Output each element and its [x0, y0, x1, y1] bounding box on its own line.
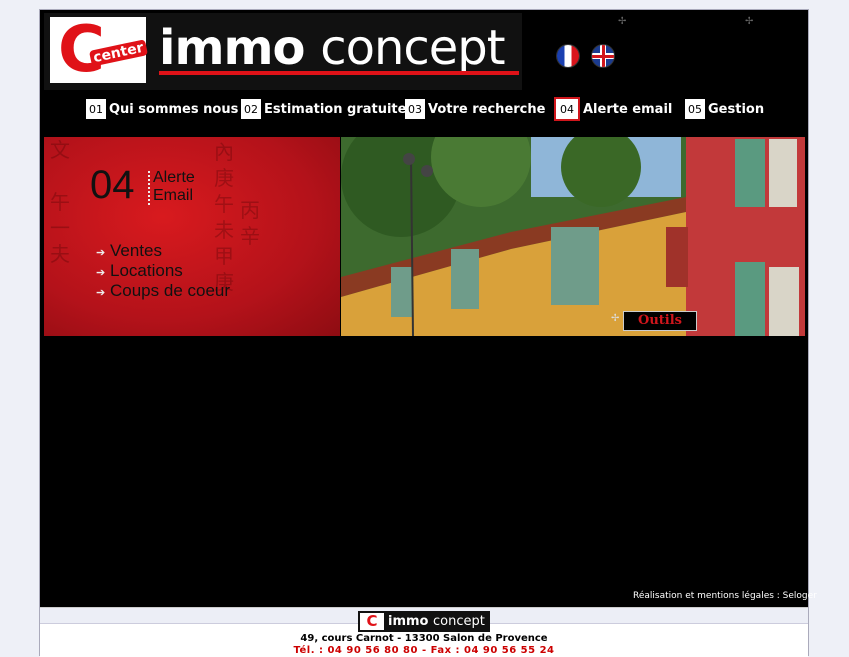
nav-label: Alerte email — [583, 101, 673, 117]
nav-item-estimation-gratuite[interactable]: 02 Estimation gratuite — [241, 97, 406, 121]
nav-label: Gestion — [708, 101, 765, 117]
background-pattern: 內庚午未甲庚 — [214, 140, 234, 294]
footer-phone: Tél. : 04 90 56 80 80 - Fax : 04 90 56 5… — [293, 645, 555, 656]
arrow-right-icon: ➔ — [96, 267, 106, 279]
sparkle-icon: ✢ — [611, 313, 620, 324]
footer-logo-immo: immo — [388, 614, 429, 629]
arrow-right-icon: ➔ — [96, 287, 106, 299]
site-logo[interactable]: C center immo concept — [44, 13, 522, 90]
section-panel: 文午一夫 內庚午未甲庚 丙辛 04 Alerte Email ➔ Ventes ➔… — [44, 137, 340, 336]
section-number: 04 — [90, 163, 135, 207]
nav-item-qui-sommes-nous[interactable]: 01 Qui sommes nous — [86, 97, 238, 121]
nav-label: Estimation gratuite — [264, 101, 407, 117]
section-title: Alerte Email — [153, 169, 195, 205]
uk-flag-icon[interactable] — [592, 45, 614, 67]
sparkle-icon: ✢ — [618, 16, 627, 27]
nav-number: 05 — [685, 99, 705, 119]
credits-link[interactable]: Réalisation et mentions légales : Seloge… — [633, 591, 817, 601]
footer-logo: C immo concept — [358, 611, 490, 632]
tools-button[interactable]: Outils — [623, 311, 697, 331]
house-photo-illustration — [341, 137, 805, 336]
nav-number: 03 — [405, 99, 425, 119]
logo-word-concept: concept — [320, 20, 505, 76]
main-nav: 01 Qui sommes nous 02 Estimation gratuit… — [0, 97, 849, 121]
logo-mark: C center — [50, 15, 148, 85]
footer-logo-wordmark: immo concept — [388, 611, 485, 632]
footer-logo-mark: C — [360, 613, 384, 630]
nav-label: Votre recherche — [428, 101, 546, 117]
nav-number-active: 04 — [554, 97, 580, 121]
nav-item-votre-recherche[interactable]: 03 Votre recherche — [405, 97, 545, 121]
link-coups-de-coeur[interactable]: ➔ Coups de coeur — [96, 281, 230, 301]
nav-label: Qui sommes nous — [109, 101, 239, 117]
link-label: Ventes — [110, 241, 162, 260]
footer: C immo concept 49, cours Carnot - 13300 … — [40, 607, 808, 657]
nav-item-gestion[interactable]: 05 Gestion — [685, 97, 764, 121]
section-title-line2: Email — [153, 187, 194, 204]
section-divider — [148, 171, 150, 205]
nav-item-alerte-email[interactable]: 04 Alerte email — [554, 97, 672, 121]
link-label: Coups de coeur — [110, 281, 231, 300]
footer-address: 49, cours Carnot - 13300 Salon de Proven… — [300, 633, 548, 644]
nav-number: 02 — [241, 99, 261, 119]
logo-word-immo: immo — [159, 20, 305, 76]
background-pattern: 丙辛 — [240, 198, 260, 248]
link-locations[interactable]: ➔ Locations — [96, 261, 183, 281]
section-title-line1: Alerte — [153, 169, 195, 186]
header-photo — [341, 137, 805, 336]
footer-logo-concept: concept — [433, 614, 485, 629]
sparkle-icon: ✢ — [745, 16, 754, 27]
link-label: Locations — [110, 261, 183, 280]
logo-underline — [159, 71, 519, 75]
background-pattern: 文午一夫 — [50, 138, 70, 266]
nav-number: 01 — [86, 99, 106, 119]
french-flag-icon[interactable] — [557, 45, 579, 67]
arrow-right-icon: ➔ — [96, 247, 106, 259]
link-ventes[interactable]: ➔ Ventes — [96, 241, 162, 261]
